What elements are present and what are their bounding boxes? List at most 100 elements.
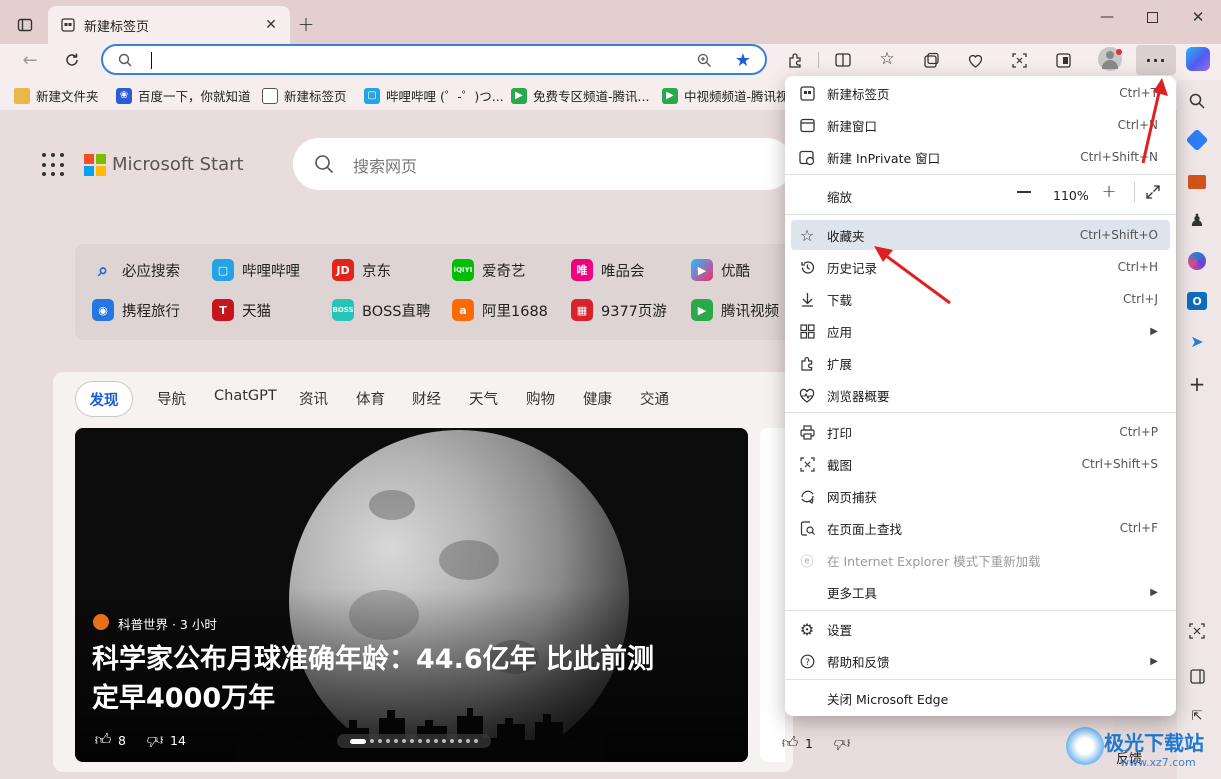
- extensions-toolbar-icon[interactable]: [784, 49, 806, 71]
- menu-item-find[interactable]: 在页面上查找 Ctrl+F: [791, 513, 1170, 543]
- zoom-out-button[interactable]: [1017, 191, 1031, 193]
- quick-link[interactable]: ▢ 哔哩哔哩: [212, 259, 300, 281]
- side-news-card[interactable]: [760, 428, 785, 762]
- favorite-star-icon[interactable]: ★: [733, 50, 753, 71]
- tab-discover[interactable]: 发现: [75, 381, 133, 417]
- tools-briefcase-icon[interactable]: [1188, 175, 1206, 189]
- app-launcher-icon[interactable]: [42, 153, 66, 177]
- zoom-in-button[interactable]: +: [1100, 181, 1118, 202]
- maximize-icon[interactable]: [1140, 6, 1164, 28]
- tab-traffic[interactable]: 交通: [640, 388, 669, 409]
- address-bar[interactable]: ★: [101, 44, 767, 75]
- zoom-level: 110%: [1053, 188, 1089, 203]
- menu-item-more-tools[interactable]: 更多工具 ▶: [791, 577, 1170, 607]
- collections-icon[interactable]: [920, 49, 942, 71]
- menu-item-browser-essentials[interactable]: 浏览器概要: [791, 380, 1170, 410]
- bookmark-item[interactable]: ▶ 中视频频道-腾讯视: [662, 86, 789, 105]
- hero-news-card[interactable]: 科普世界 · 3 小时 科学家公布月球准确年龄：44.6亿年 比此前测 定早40…: [75, 428, 748, 762]
- tab-chatgpt[interactable]: ChatGPT: [214, 388, 277, 404]
- tab-news[interactable]: 资讯: [299, 388, 328, 409]
- menu-item-downloads[interactable]: 下载 Ctrl+J: [791, 284, 1170, 314]
- menu-item-history[interactable]: 历史记录 Ctrl+H: [791, 252, 1170, 282]
- quick-link[interactable]: ▶ 腾讯视频: [691, 299, 779, 321]
- refresh-icon[interactable]: [60, 48, 84, 72]
- tab-finance[interactable]: 财经: [412, 388, 441, 409]
- minimize-icon[interactable]: —: [1095, 6, 1119, 28]
- favorites-toolbar-icon[interactable]: ☆: [876, 48, 898, 70]
- dislike-icon[interactable]: 👍︎: [145, 730, 165, 750]
- menu-item-help[interactable]: ? 帮助和反馈 ▶: [791, 646, 1170, 676]
- profile-avatar[interactable]: [1098, 47, 1122, 71]
- outlook-icon[interactable]: O: [1187, 292, 1207, 310]
- bookmark-item[interactable]: ▢ 哔哩哔哩 (゜-゜)つ...: [364, 86, 504, 105]
- inprivate-icon: [797, 147, 817, 167]
- bookmark-item[interactable]: ❀ 百度一下，你就知道: [116, 86, 251, 105]
- tab-sports[interactable]: 体育: [356, 388, 385, 409]
- screenshot-sidebar-icon[interactable]: [1186, 620, 1208, 642]
- quick-link[interactable]: BOSS BOSS直聘: [332, 299, 431, 321]
- bookmark-item[interactable]: 新建标签页: [262, 86, 347, 105]
- menu-item-new-window[interactable]: 新建窗口 Ctrl+N: [791, 110, 1170, 140]
- hide-sidebar-icon[interactable]: [1186, 665, 1208, 687]
- search-icon[interactable]: [1186, 90, 1208, 112]
- menu-label: 截图: [827, 457, 853, 473]
- menu-item-web-capture[interactable]: 网页捕获: [791, 481, 1170, 511]
- drop-send-icon[interactable]: ➤: [1187, 331, 1207, 351]
- screenshot-toolbar-icon[interactable]: [1008, 49, 1030, 71]
- tab-health[interactable]: 健康: [583, 388, 612, 409]
- split-screen-icon[interactable]: [832, 49, 854, 71]
- back-icon[interactable]: ←: [18, 48, 42, 72]
- menu-item-settings[interactable]: ⚙ 设置: [791, 614, 1170, 644]
- quick-link[interactable]: ▦ 9377页游: [571, 299, 667, 321]
- open-external-icon[interactable]: ⇱: [1186, 705, 1208, 727]
- quick-link[interactable]: a 阿里1688: [452, 299, 548, 321]
- address-input[interactable]: [149, 50, 649, 70]
- quick-link[interactable]: JD 京东: [332, 259, 391, 281]
- carousel-indicator[interactable]: [337, 734, 491, 748]
- menu-label: 更多工具: [827, 585, 878, 601]
- boss-icon: BOSS: [332, 299, 354, 321]
- menu-item-new-tab[interactable]: 新建标签页 Ctrl+T: [791, 78, 1170, 108]
- menu-item-favorites[interactable]: ☆ 收藏夹 Ctrl+Shift+O: [791, 220, 1170, 250]
- tab-actions-icon[interactable]: [14, 14, 36, 36]
- browser-essentials-toolbar-icon[interactable]: [964, 49, 986, 71]
- quick-link[interactable]: 唯唯品会: [571, 259, 645, 281]
- like-icon[interactable]: 👍︎: [93, 730, 113, 750]
- like-icon[interactable]: 👍︎: [780, 733, 800, 753]
- quick-link[interactable]: T 天猫: [212, 299, 271, 321]
- new-tab-button[interactable]: +: [294, 12, 318, 36]
- baidu-icon: ❀: [116, 87, 132, 104]
- copilot-icon[interactable]: [1186, 47, 1210, 71]
- quick-link[interactable]: iQIYI 爱奇艺: [452, 259, 526, 281]
- dislike-icon[interactable]: 👍︎: [832, 733, 852, 753]
- bookmark-item[interactable]: 新建文件夹: [14, 86, 99, 105]
- settings-and-more-button[interactable]: ···: [1136, 45, 1176, 75]
- menu-item-screenshot[interactable]: 截图 Ctrl+Shift+S: [791, 449, 1170, 479]
- microsoft-365-icon[interactable]: [1188, 252, 1206, 270]
- zoom-indicator-icon[interactable]: [695, 51, 713, 69]
- menu-item-close-edge[interactable]: 关闭 Microsoft Edge: [791, 683, 1170, 713]
- quick-link[interactable]: ◉ 携程旅行: [92, 299, 180, 321]
- performance-icon[interactable]: [1052, 49, 1074, 71]
- fullscreen-icon[interactable]: [1143, 182, 1163, 202]
- close-window-icon[interactable]: ✕: [1186, 6, 1210, 28]
- settings-icon: ⚙: [799, 619, 815, 639]
- tab-weather[interactable]: 天气: [469, 388, 498, 409]
- add-sidebar-app-icon[interactable]: +: [1187, 372, 1207, 396]
- menu-shortcut: Ctrl+J: [1123, 292, 1158, 306]
- web-search-box[interactable]: 搜索网页: [293, 138, 793, 190]
- tab-navigation[interactable]: 导航: [157, 388, 186, 409]
- brand-title: Microsoft Start: [112, 154, 244, 175]
- quick-link[interactable]: ▶ 优酷: [691, 259, 750, 281]
- close-tab-icon[interactable]: ✕: [262, 16, 280, 34]
- quick-link[interactable]: ⌕ 必应搜索: [92, 259, 180, 281]
- bookmark-item[interactable]: ▶ 免费专区频道-腾讯...: [511, 86, 649, 105]
- tab-shopping[interactable]: 购物: [526, 388, 555, 409]
- tab-new-tab[interactable]: 新建标签页 ✕: [48, 6, 290, 44]
- menu-item-apps[interactable]: 应用 ▶: [791, 316, 1170, 346]
- vip-icon: 唯: [571, 259, 593, 281]
- menu-item-extensions[interactable]: 扩展: [791, 348, 1170, 378]
- menu-item-print[interactable]: 打印 Ctrl+P: [791, 417, 1170, 447]
- menu-item-inprivate[interactable]: 新建 InPrivate 窗口 Ctrl+Shift+N: [791, 142, 1170, 172]
- games-chess-icon[interactable]: ♟: [1187, 211, 1207, 231]
